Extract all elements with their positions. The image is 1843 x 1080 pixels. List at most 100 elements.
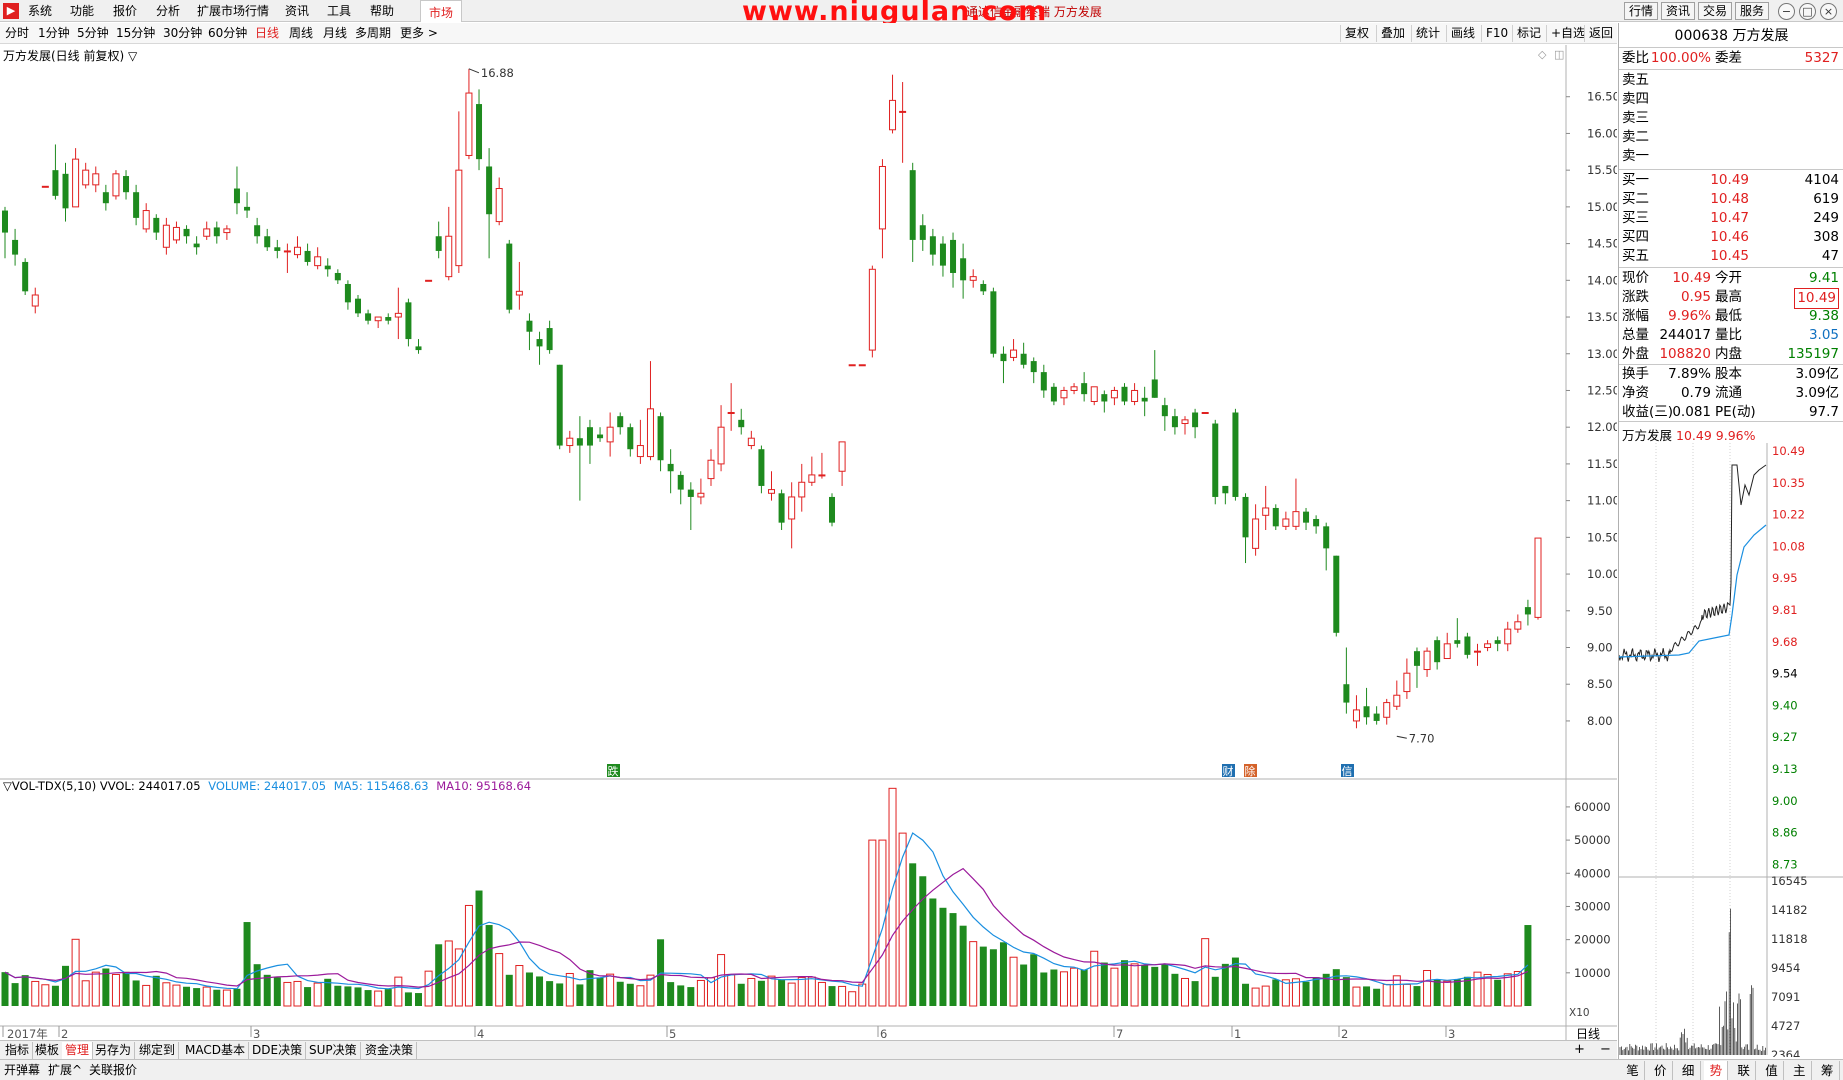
period-30min[interactable]: 30分钟 [163, 26, 202, 41]
volume-bar-down [1242, 983, 1250, 1006]
zoom-out-icon[interactable]: − [1600, 1042, 1611, 1057]
mini-price-label: 8.73 [1772, 857, 1798, 871]
close-icon[interactable]: × [1820, 3, 1837, 20]
maximize-icon[interactable]: □ [1799, 3, 1816, 20]
volume-bar-down [233, 988, 241, 1006]
candle-body-down [980, 283, 987, 292]
candle-body-down [1151, 379, 1158, 398]
volume-bar-up [1201, 938, 1210, 1007]
side-tab[interactable]: 联 [1732, 1061, 1757, 1080]
volume-indicator-name[interactable]: ▽VOL-TDX(5,10) VVOL: 244017.05 [3, 779, 201, 793]
tool-back[interactable]: 返回 [1584, 25, 1617, 42]
candle-body-down [627, 427, 634, 450]
volume-bar-down [737, 983, 745, 1006]
tool-mark[interactable]: 标记 [1512, 25, 1545, 42]
price-tick-label: 16.50 [1587, 90, 1617, 104]
menu-function[interactable]: 功能 [70, 3, 94, 19]
side-tab[interactable]: 细 [1677, 1061, 1701, 1080]
mini-volume-label: 11818 [1771, 932, 1808, 946]
candle-body-up [1252, 518, 1260, 549]
period-weekly[interactable]: 周线 [289, 26, 313, 41]
side-tab[interactable]: 势 [1704, 1061, 1729, 1080]
intraday-mini-chart[interactable]: 10.49 10.35 10.22 10.08 9.95 9.81 9.68 9.54 9.40… [1619, 443, 1843, 1057]
candle-body-up [1070, 386, 1078, 391]
tool-adjust[interactable]: 复权 [1340, 25, 1373, 42]
kline-chart[interactable]: 16.50 16.00 15.50 15.00 14.50 14.00 13.50 13.00… [0, 45, 1617, 1040]
side-tab[interactable]: 笔 [1621, 1061, 1645, 1080]
menu-analysis[interactable]: 分析 [156, 3, 180, 19]
side-tab[interactable]: 主 [1788, 1061, 1812, 1080]
tab-template[interactable]: 模板 [32, 1042, 64, 1059]
candle-body-up [223, 228, 231, 234]
period-15min[interactable]: 15分钟 [116, 26, 155, 41]
candle-body-down [334, 272, 341, 281]
market-tab[interactable]: 市场 [420, 0, 463, 22]
minimize-icon[interactable]: − [1778, 3, 1795, 20]
tool-add-watchlist[interactable]: +自选 [1546, 25, 1589, 42]
menu-system[interactable]: 系统 [28, 3, 52, 19]
tool-f10[interactable]: F10 [1481, 25, 1512, 42]
top-button-trade[interactable]: 交易 [1698, 2, 1733, 20]
volume-bar-up [222, 989, 231, 1007]
candle-body-down [22, 261, 29, 292]
mini-volume-label: 7091 [1771, 990, 1800, 1004]
period-60min[interactable]: 60分钟 [208, 26, 247, 41]
menu-info[interactable]: 资讯 [285, 3, 309, 19]
top-button-info[interactable]: 资讯 [1661, 2, 1696, 20]
tab-macd-basic[interactable]: MACD基本 [182, 1042, 249, 1059]
candle-body-down [365, 313, 372, 321]
menu-tools[interactable]: 工具 [327, 3, 351, 19]
top-button-quote[interactable]: 行情 [1624, 2, 1659, 20]
period-1min[interactable]: 1分钟 [38, 26, 70, 41]
tool-stats[interactable]: 统计 [1411, 25, 1444, 42]
candle-body-down [435, 236, 442, 251]
candle-body-up [1010, 349, 1018, 358]
volume-bar-down [183, 986, 191, 1006]
tab-indicator[interactable]: 指标 [2, 1042, 34, 1059]
stat-label: 现价 [1622, 270, 1649, 286]
kline-chart-area[interactable]: 16.50 16.00 15.50 15.00 14.50 14.00 13.50 13.00… [0, 45, 1617, 1053]
period-daily[interactable]: 日线 [255, 26, 279, 41]
fundamental-row: 收益(三) 0.081 PE(动) 97.7 [1619, 403, 1841, 422]
volume-bar-up [394, 976, 403, 1007]
candle-body-down [1454, 640, 1461, 644]
volume-tick-label: 40000 [1574, 866, 1611, 880]
candle-body-up [878, 165, 886, 230]
volume-bar-down [909, 863, 917, 1006]
tab-fund-decision[interactable]: 资金决策 [362, 1042, 418, 1059]
candle-body-up [858, 364, 866, 367]
period-more[interactable]: 更多 > [400, 26, 438, 41]
volume-bar-up [313, 982, 322, 1007]
period-timeshare[interactable]: 分时 [5, 26, 29, 41]
candle-body-down [1040, 372, 1047, 391]
volume-bar-down [243, 922, 251, 1006]
tool-overlay[interactable]: 叠加 [1376, 25, 1409, 42]
menu-quote[interactable]: 报价 [113, 3, 137, 19]
side-tab[interactable]: 价 [1649, 1061, 1673, 1080]
period-5min[interactable]: 5分钟 [77, 26, 109, 41]
menu-help[interactable]: 帮助 [370, 3, 394, 19]
tab-manage[interactable]: 管理 [62, 1042, 94, 1059]
period-monthly[interactable]: 月线 [323, 26, 347, 41]
chart-title[interactable]: 万方发展(日线 前复权) ▽ [3, 47, 137, 64]
candle-body-up [1484, 643, 1492, 648]
period-multi[interactable]: 多周期 [355, 26, 391, 41]
related-quote-button[interactable]: 关联报价 [89, 1062, 137, 1078]
volume-bar-up [172, 984, 181, 1007]
candle-body-up [72, 158, 80, 208]
tab-dde-decision[interactable]: DDE决策 [249, 1042, 307, 1059]
tab-save-as[interactable]: 另存为 [92, 1042, 136, 1059]
extend-toggle[interactable]: 扩展^ [48, 1062, 82, 1078]
tool-draw[interactable]: 画线 [1446, 25, 1479, 42]
menu-extended-market[interactable]: 扩展市场行情 [197, 3, 269, 19]
side-tab[interactable]: 筹 [1816, 1061, 1840, 1080]
tab-bind-to[interactable]: 绑定到 [136, 1042, 180, 1059]
stat-label: 今开 [1715, 270, 1742, 286]
volume-bar-down [939, 907, 947, 1006]
top-button-service[interactable]: 服务 [1735, 2, 1770, 20]
tab-sup-decision[interactable]: SUP决策 [306, 1042, 361, 1059]
side-tab[interactable]: 值 [1760, 1061, 1784, 1080]
barrage-toggle[interactable]: 开弹幕 [4, 1062, 40, 1078]
app-logo-icon[interactable]: ▶ [3, 3, 19, 19]
zoom-in-icon[interactable]: + [1574, 1042, 1585, 1057]
